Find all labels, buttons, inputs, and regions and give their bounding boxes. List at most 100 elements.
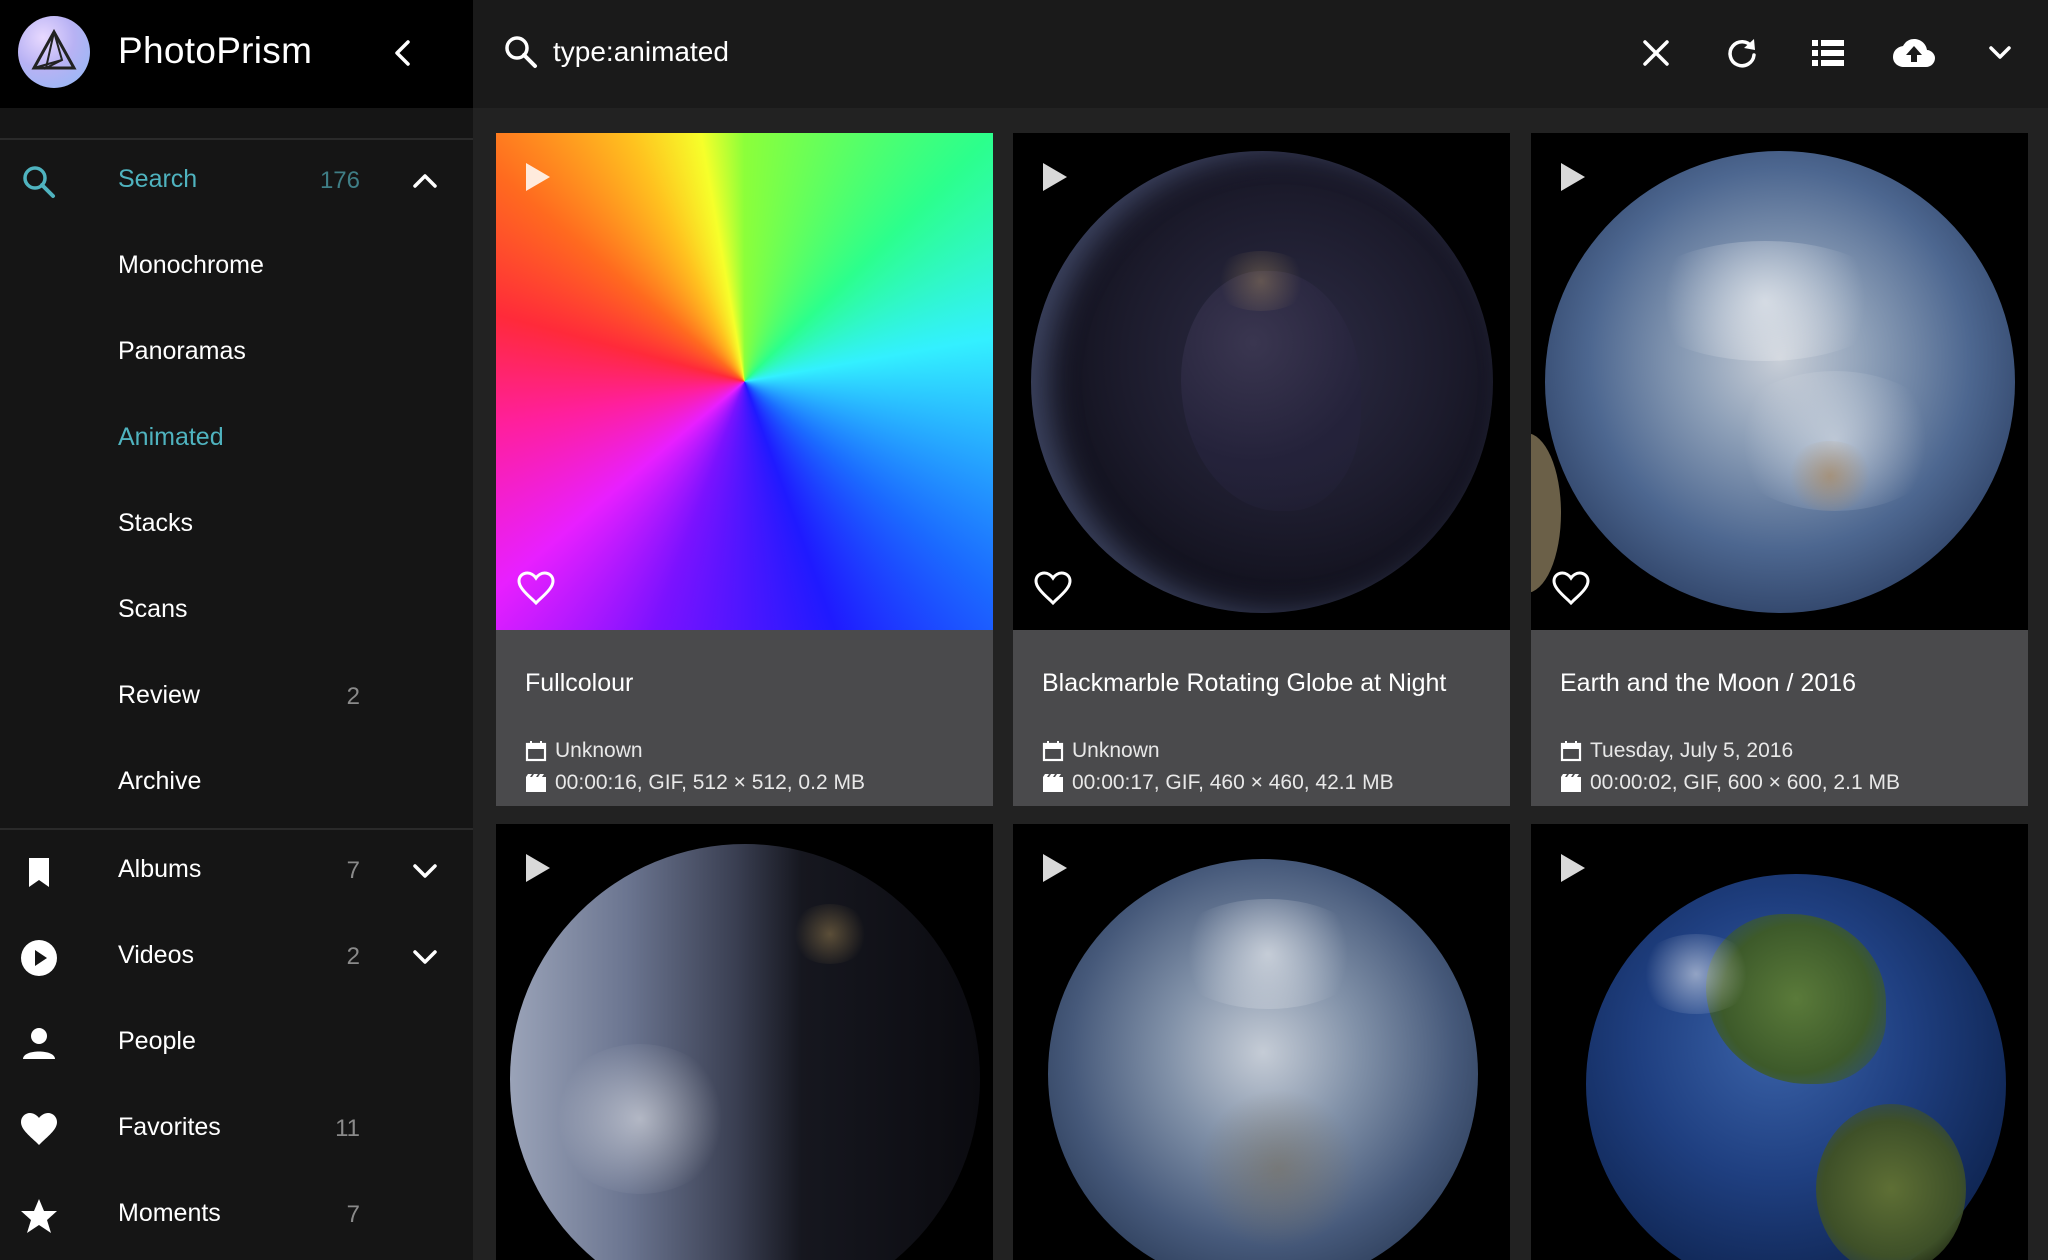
favorite-heart-icon[interactable] (516, 569, 556, 607)
play-circle-icon (21, 940, 57, 976)
sidebar-item-scans[interactable]: Scans (0, 568, 473, 654)
sidebar-item-people[interactable]: People (0, 1000, 473, 1086)
sidebar-item-stacks[interactable]: Stacks (0, 482, 473, 568)
play-icon (1561, 854, 1585, 882)
sidebar-item-label: Archive (118, 767, 202, 795)
movie-icon (1561, 774, 1581, 792)
sidebar-item-archive[interactable]: Archive (0, 740, 473, 826)
sidebar-item-label: Monochrome (118, 251, 264, 279)
refresh-button[interactable] (1719, 30, 1765, 76)
photo-title[interactable]: Fullcolour (525, 669, 633, 698)
photo-date: Tuesday, July 5, 2016 (1560, 739, 1793, 763)
calendar-icon (1560, 741, 1582, 762)
favorite-heart-icon[interactable] (1033, 569, 1073, 607)
photo-thumbnail[interactable] (1013, 824, 1510, 1260)
chevron-up-icon[interactable] (408, 164, 442, 198)
earth-day-image (1545, 151, 2015, 613)
photo-thumbnail[interactable] (1531, 133, 2028, 630)
sidebar-item-count: 11 (335, 1115, 360, 1142)
earth-clouds-image (1048, 859, 1478, 1260)
photo-grid: Fullcolour Unknown 00:00:16, GIF, 512 × … (473, 108, 2048, 1260)
play-icon (1043, 163, 1067, 191)
sidebar-item-count: 176 (319, 167, 360, 194)
sidebar-item-label: Search (118, 165, 198, 193)
sidebar-item-count: 7 (346, 857, 360, 884)
photo-date: Unknown (525, 739, 643, 763)
sidebar-item-count: 2 (346, 943, 360, 970)
chevron-down-icon[interactable] (408, 854, 442, 888)
photo-card[interactable] (1531, 824, 2028, 1260)
photo-thumbnail[interactable] (1531, 824, 2028, 1260)
favorite-heart-icon[interactable] (1551, 569, 1591, 607)
calendar-icon (1042, 741, 1064, 762)
list-view-button[interactable] (1805, 30, 1851, 76)
sidebar-item-label: People (118, 1027, 196, 1055)
search-input[interactable] (553, 30, 1253, 74)
bookmark-icon (29, 858, 49, 887)
photo-card[interactable] (496, 824, 993, 1260)
play-icon (1043, 854, 1067, 882)
sidebar-item-videos[interactable]: Videos 2 (0, 914, 473, 1000)
sidebar-item-label: Animated (118, 423, 224, 451)
photo-info: 00:00:17, GIF, 460 × 460, 42.1 MB (1042, 771, 1394, 795)
more-options-button[interactable] (1977, 30, 2023, 76)
chevron-down-icon[interactable] (408, 940, 442, 974)
sidebar-item-review[interactable]: Review 2 (0, 654, 473, 740)
sidebar-item-monochrome[interactable]: Monochrome (0, 224, 473, 310)
close-icon (1643, 40, 1669, 66)
sidebar-item-label: Scans (118, 595, 188, 623)
photo-card[interactable] (1013, 824, 1510, 1260)
play-icon (526, 163, 550, 191)
photo-info-text: 00:00:02, GIF, 600 × 600, 2.1 MB (1590, 771, 1900, 794)
photo-info: 00:00:02, GIF, 600 × 600, 2.1 MB (1560, 771, 1900, 795)
earth-terminator-image (510, 844, 980, 1260)
photo-card[interactable]: Blackmarble Rotating Globe at Night Unkn… (1013, 133, 1510, 806)
upload-icon (1893, 39, 1935, 67)
sidebar-item-search[interactable]: Search 176 (0, 138, 473, 224)
clear-search-button[interactable] (1633, 30, 1679, 76)
sidebar-item-favorites[interactable]: Favorites 11 (0, 1086, 473, 1172)
top-toolbar (473, 0, 2048, 108)
photo-date: Unknown (1042, 739, 1160, 763)
photo-title[interactable]: Earth and the Moon / 2016 (1560, 669, 1856, 698)
sidebar-item-animated[interactable]: Animated (0, 396, 473, 482)
play-icon (526, 854, 550, 882)
upload-button[interactable] (1891, 30, 1937, 76)
sidebar-item-moments[interactable]: Moments 7 (0, 1172, 473, 1258)
sidebar-item-label: Moments (118, 1199, 221, 1227)
sidebar-item-label: Review (118, 681, 200, 709)
photo-info-text: 00:00:17, GIF, 460 × 460, 42.1 MB (1072, 771, 1394, 794)
app-title: PhotoPrism (118, 30, 313, 71)
chevron-down-icon (1989, 46, 2011, 59)
photo-title[interactable]: Blackmarble Rotating Globe at Night (1042, 669, 1446, 698)
photo-thumbnail[interactable] (496, 824, 993, 1260)
brand-header: PhotoPrism (0, 0, 473, 108)
photo-thumbnail[interactable] (496, 133, 993, 630)
photoprism-logo[interactable] (18, 16, 90, 88)
chevron-left-icon (395, 40, 410, 66)
sidebar-item-label: Stacks (118, 509, 194, 537)
list-view-icon (1812, 40, 1844, 66)
calendar-icon (525, 741, 547, 762)
earth-americas-image (1586, 874, 2006, 1260)
sidebar-item-label: Albums (118, 855, 202, 883)
sidebar-item-count: 2 (346, 683, 360, 710)
heart-icon (21, 1113, 57, 1145)
photo-card[interactable]: Fullcolour Unknown 00:00:16, GIF, 512 × … (496, 133, 993, 806)
sidebar-item-label: Panoramas (118, 337, 246, 365)
person-icon (23, 1028, 55, 1059)
sidebar: PhotoPrism Search 176 Monochrome Panoram… (0, 0, 473, 1260)
photo-info: 00:00:16, GIF, 512 × 512, 0.2 MB (525, 771, 865, 795)
star-icon (21, 1199, 57, 1233)
photo-thumbnail[interactable] (1013, 133, 1510, 630)
sidebar-item-albums[interactable]: Albums 7 (0, 828, 473, 914)
search-icon (23, 166, 55, 198)
photo-date-text: Unknown (1072, 739, 1160, 762)
collapse-sidebar-button[interactable] (386, 34, 420, 72)
sidebar-item-label: Videos (118, 941, 194, 969)
search-icon (505, 36, 537, 68)
photo-card[interactable]: Earth and the Moon / 2016 Tuesday, July … (1531, 133, 2028, 806)
sidebar-item-count: 7 (346, 1201, 360, 1228)
sidebar-item-panoramas[interactable]: Panoramas (0, 310, 473, 396)
earth-night-image (1031, 151, 1493, 613)
